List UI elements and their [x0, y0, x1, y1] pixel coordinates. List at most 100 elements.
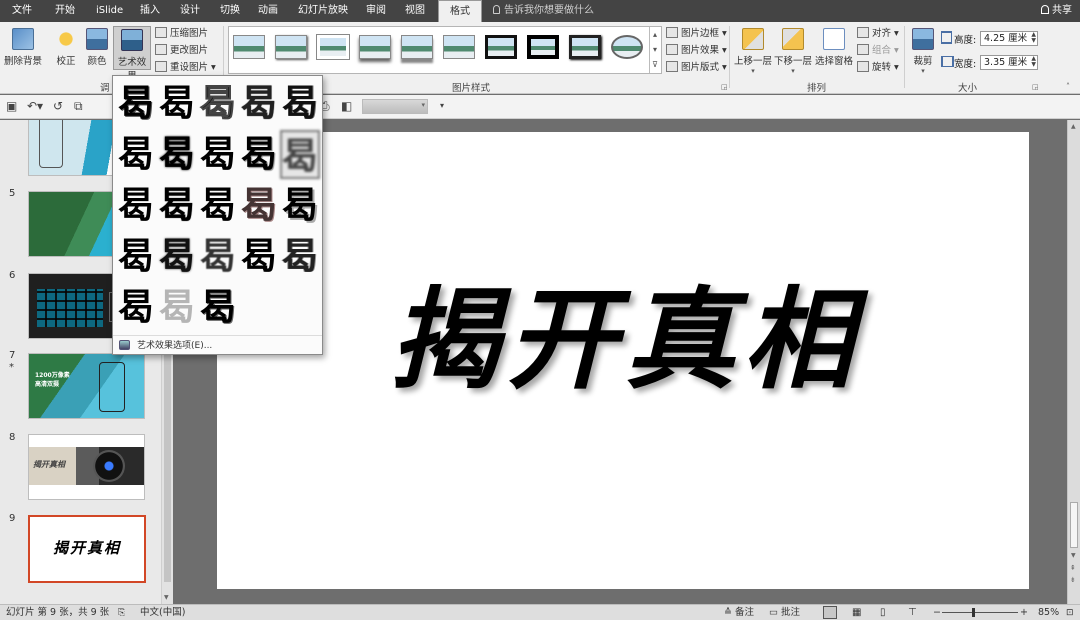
tab-animations[interactable]: 动画	[258, 0, 278, 22]
tab-view[interactable]: 视图	[405, 0, 425, 22]
tab-review[interactable]: 审阅	[366, 0, 386, 22]
start-from-beginning-icon[interactable]: ⧉	[74, 99, 83, 113]
gallery-more[interactable]: ⊽	[649, 57, 660, 73]
picture-style-8[interactable]	[527, 35, 559, 59]
artistic-effect-option[interactable]: 曷	[280, 232, 320, 281]
share-button[interactable]: 共享	[1041, 2, 1072, 20]
width-field[interactable]: 3.35 厘米 ▲ ▼	[980, 55, 1038, 70]
remove-background-button[interactable]: 删除背景	[3, 26, 43, 67]
reset-picture-button[interactable]: 重设图片 ▾	[155, 60, 216, 76]
artistic-effect-option[interactable]: 曷	[198, 283, 238, 332]
tab-format[interactable]: 格式	[438, 0, 482, 22]
artistic-effect-option[interactable]: 曷	[198, 79, 238, 128]
tab-insert[interactable]: 插入	[140, 0, 160, 22]
tell-me-search[interactable]: 告诉我你想要做什么	[493, 0, 594, 22]
picture-style-9[interactable]	[569, 35, 601, 59]
color-button[interactable]: 颜色	[84, 26, 110, 67]
zoom-slider[interactable]	[942, 612, 1018, 613]
notes-button[interactable]: ≙ 备注	[724, 605, 754, 620]
artistic-effect-option[interactable]: 曷	[280, 130, 320, 179]
tab-islide[interactable]: iSlide	[96, 0, 123, 22]
artistic-effect-option[interactable]: 曷	[157, 130, 197, 179]
zoom-level[interactable]: 85%	[1038, 605, 1059, 620]
bring-forward-button[interactable]: 上移一层 ▾	[734, 26, 772, 75]
artistic-effect-option[interactable]: 曷	[239, 181, 279, 230]
tab-file[interactable]: 文件	[12, 0, 32, 22]
slide-thumbnail[interactable]: 1200万像素 高清双摄	[28, 353, 145, 419]
width-spinner[interactable]: ▲ ▼	[1031, 56, 1036, 68]
zoom-slider-thumb[interactable]	[972, 608, 975, 617]
artistic-effect-option[interactable]: 曷	[116, 232, 156, 281]
align-button[interactable]: 对齐 ▾	[857, 26, 899, 42]
artistic-effect-option[interactable]: 曷	[157, 232, 197, 281]
artistic-effect-option[interactable]: 曷	[198, 232, 238, 281]
crop-button[interactable]: 裁剪 ▾	[909, 26, 937, 75]
save-icon[interactable]: ▣	[6, 99, 17, 113]
artistic-effect-option[interactable]: 曷	[116, 130, 156, 179]
slide-thumbnail-selected[interactable]: 揭开真相	[28, 515, 146, 583]
slide-thumbnail[interactable]: 揭开真相	[28, 434, 145, 500]
collapse-ribbon-icon[interactable]: ˄	[1066, 82, 1070, 91]
gallery-scroll-down[interactable]: ▾	[649, 42, 660, 57]
artistic-effects-options-button[interactable]: 艺术效果选项(E)...	[113, 335, 322, 355]
artistic-effect-option[interactable]: 曷	[198, 181, 238, 230]
artistic-effect-option[interactable]: 曷	[116, 79, 156, 128]
normal-view-icon[interactable]	[823, 606, 837, 619]
artistic-effect-option[interactable]: 曷	[239, 79, 279, 128]
gallery-scroll-up[interactable]: ▴	[649, 27, 660, 42]
send-backward-button[interactable]: 下移一层 ▾	[774, 26, 812, 75]
picture-style-2[interactable]	[275, 35, 307, 59]
artistic-effect-option[interactable]: 曷	[239, 232, 279, 281]
group-button[interactable]: 组合 ▾	[857, 43, 899, 59]
customize-toolbar-icon[interactable]: ▾	[440, 99, 444, 113]
compress-pictures-button[interactable]: 压缩图片	[155, 26, 208, 42]
picture-style-1[interactable]	[233, 35, 265, 59]
spellcheck-icon[interactable]: ⎘	[118, 605, 125, 620]
reading-view-icon[interactable]: ▯	[880, 605, 886, 620]
tab-design[interactable]: 设计	[180, 0, 200, 22]
zoom-out-button[interactable]: −	[933, 605, 941, 620]
artistic-effects-button[interactable]: 艺术效果	[113, 26, 151, 82]
current-slide[interactable]: 揭开真相 揭开真相	[217, 132, 1029, 589]
artistic-effect-option[interactable]: 曷	[116, 283, 156, 332]
corrections-button[interactable]: 校正	[52, 26, 80, 67]
selection-pane-button[interactable]: 选择窗格	[814, 26, 854, 67]
tab-transitions[interactable]: 切换	[220, 0, 240, 22]
comments-button[interactable]: ▭ 批注	[769, 605, 800, 620]
style-dropdown[interactable]: ▾	[362, 99, 428, 114]
slide-scrollbar[interactable]: ▲ ▼ ⇞ ⇟	[1067, 120, 1080, 604]
picture-border-button[interactable]: 图片边框 ▾	[666, 26, 727, 42]
picture-style-3[interactable]	[316, 34, 350, 60]
artistic-effect-option[interactable]: 曷	[116, 181, 156, 230]
dialog-launcher-icon[interactable]: ◲	[721, 83, 728, 91]
change-picture-button[interactable]: 更改图片	[155, 43, 208, 59]
height-field[interactable]: 4.25 厘米 ▲ ▼	[980, 31, 1038, 46]
artistic-effect-option[interactable]: 曷	[157, 181, 197, 230]
slideshow-icon[interactable]: ⊤	[908, 605, 917, 620]
previous-slide-icon[interactable]: ⇞	[1070, 564, 1076, 572]
shape-fill-icon[interactable]: ◧	[341, 99, 352, 113]
picture-style-6[interactable]	[443, 35, 475, 59]
zoom-in-button[interactable]: +	[1020, 605, 1028, 620]
height-spinner[interactable]: ▲ ▼	[1031, 32, 1036, 44]
artistic-effect-option[interactable]: 曷	[280, 79, 320, 128]
rotate-button[interactable]: 旋转 ▾	[857, 60, 899, 76]
slide-sorter-icon[interactable]: ▦	[852, 605, 861, 620]
picture-style-5[interactable]	[401, 35, 433, 59]
picture-layout-button[interactable]: 图片版式 ▾	[666, 60, 727, 76]
artistic-effect-option[interactable]: 曷	[239, 130, 279, 179]
redo-icon[interactable]: ↺	[53, 99, 63, 113]
artistic-effect-option[interactable]: 曷	[157, 283, 197, 332]
picture-style-4[interactable]	[359, 35, 391, 59]
artistic-effect-option[interactable]: 曷	[198, 130, 238, 179]
fit-to-window-icon[interactable]: ⊡	[1066, 605, 1074, 620]
language-text[interactable]: 中文(中国)	[140, 605, 185, 620]
picture-style-10[interactable]	[611, 35, 643, 59]
picture-effects-button[interactable]: 图片效果 ▾	[666, 43, 727, 59]
artistic-effect-option[interactable]: 曷	[280, 181, 320, 230]
picture-style-7[interactable]	[485, 35, 517, 59]
slide-title[interactable]: 揭开真相	[389, 276, 869, 404]
undo-icon[interactable]: ↶▾	[27, 99, 43, 113]
tab-slideshow[interactable]: 幻灯片放映	[298, 0, 348, 22]
dialog-launcher-icon[interactable]: ◲	[1032, 83, 1039, 91]
